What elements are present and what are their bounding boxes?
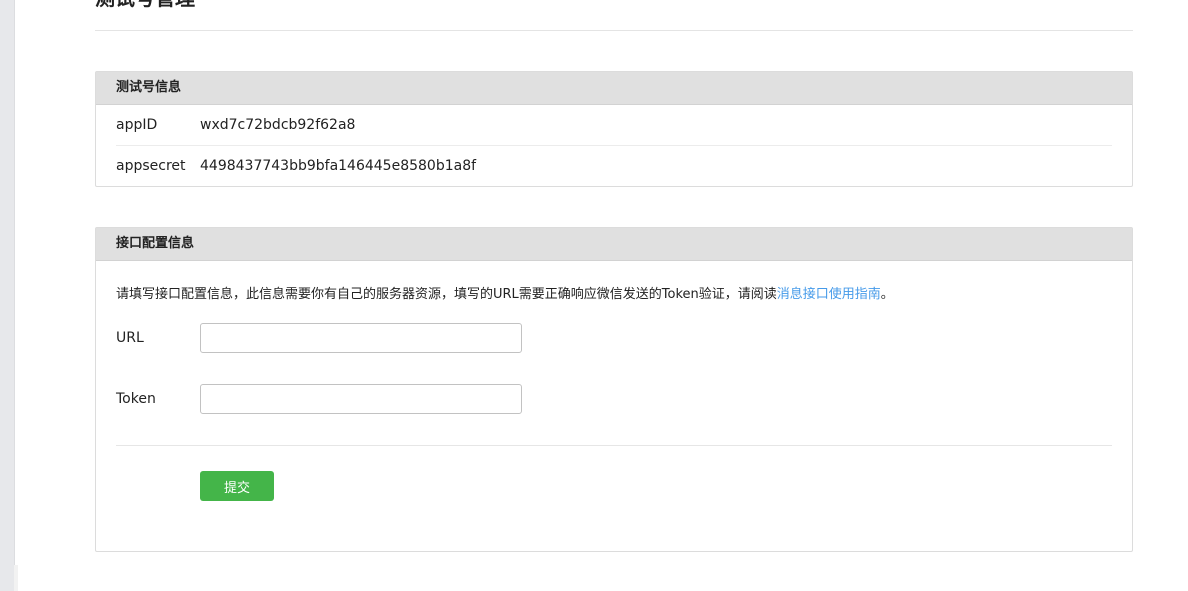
page-title: 测试号管理 [95,0,195,10]
left-sidebar-rail [0,0,14,591]
form-divider [116,445,1112,446]
appsecret-row: appsecret 4498437743bb9bfa146445e8580b1a… [116,145,1112,186]
test-account-panel: 测试号信息 appID wxd7c72bdcb92f62a8 appsecret… [95,71,1133,187]
submit-button[interactable]: 提交 [200,471,274,501]
sidebar-edge [14,0,15,591]
appid-row: appID wxd7c72bdcb92f62a8 [116,105,1112,145]
token-input[interactable] [200,384,522,414]
intro-end: 。 [880,287,894,302]
scrollbar-corner [14,565,18,591]
appid-label: appID [116,117,158,133]
token-label: Token [116,391,156,407]
interface-config-intro: 请填写接口配置信息，此信息需要你有自己的服务器资源，填写的URL需要正确响应微信… [116,283,894,302]
message-api-guide-link[interactable]: 消息接口使用指南 [777,287,881,302]
appid-value: wxd7c72bdcb92f62a8 [200,117,356,133]
intro-text: 请填写接口配置信息，此信息需要你有自己的服务器资源，填写的URL需要正确响应微信… [116,287,777,302]
interface-config-panel-heading: 接口配置信息 [96,228,1132,261]
title-divider [95,30,1133,31]
appsecret-value: 4498437743bb9bfa146445e8580b1a8f [200,158,477,174]
test-account-panel-heading: 测试号信息 [96,72,1132,105]
interface-config-panel: 接口配置信息 请填写接口配置信息，此信息需要你有自己的服务器资源，填写的URL需… [95,227,1133,552]
appsecret-label: appsecret [116,158,186,174]
url-label: URL [116,330,144,346]
url-input[interactable] [200,323,522,353]
